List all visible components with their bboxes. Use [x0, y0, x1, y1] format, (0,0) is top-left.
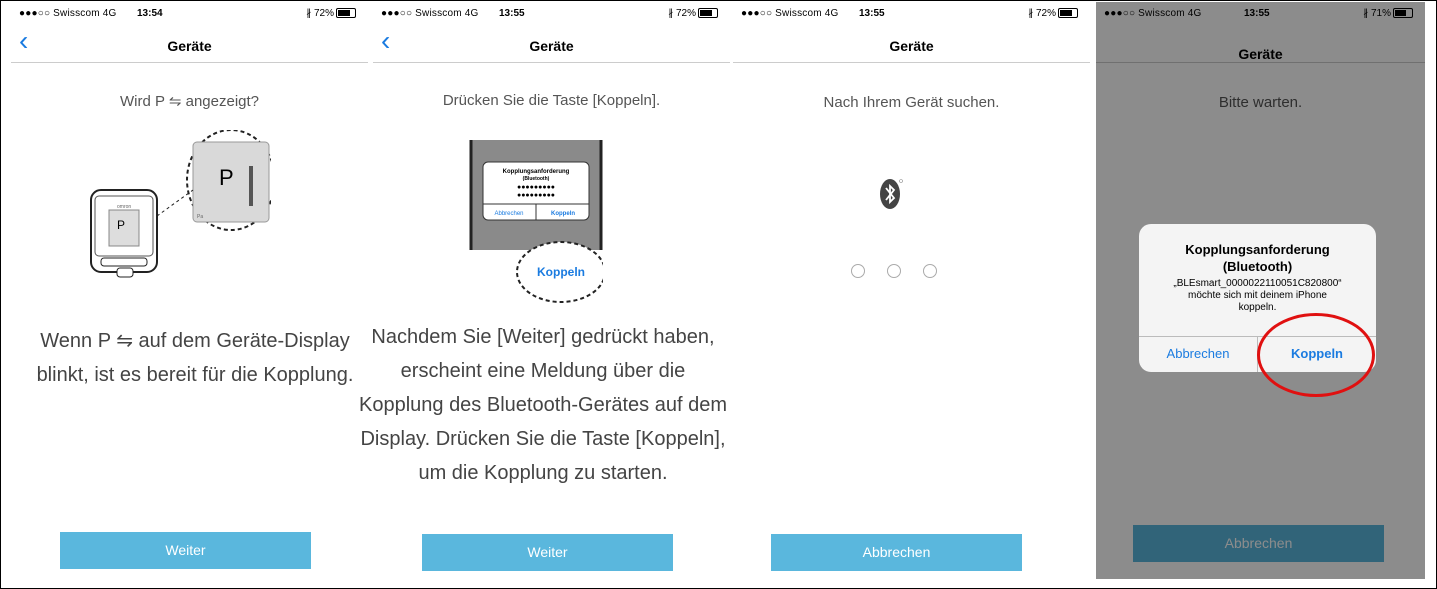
brand-label: omron [117, 204, 131, 210]
battery-icon [1058, 8, 1078, 19]
mini-alert-code: ●●●●●●●●● [517, 192, 555, 199]
small-label: Pa [197, 214, 203, 220]
status-bar: ●●●○○ Swisscom 4G 13:54 ∦ 72% [11, 2, 368, 24]
loading-dot [851, 264, 865, 278]
alert-subtitle: (Bluetooth) [1222, 259, 1293, 274]
alert-cancel-button[interactable]: Abbrechen [1139, 336, 1257, 372]
device-screen-letter: P [117, 218, 125, 232]
carrier-label: ●●●○○ Swisscom 4G [381, 8, 479, 19]
battery-icon [698, 8, 718, 19]
battery-icon [336, 8, 356, 19]
weiter-button[interactable]: Weiter [60, 532, 311, 569]
battery-indicator: ∦ 72% [668, 8, 718, 19]
description-line: Display. Drücken Sie die Taste [Koppeln]… [360, 428, 726, 450]
clock: 13:55 [859, 8, 885, 19]
screen-2: ●●●○○ Swisscom 4G 13:55 ∦ 72% ‹ Geräte D… [359, 2, 730, 579]
pairing-prompt: Wird P ⇋ angezeigt? [119, 93, 260, 110]
nav-title: Geräte [529, 38, 574, 54]
mini-alert-title: Kopplungsanforderung [503, 169, 570, 175]
status-bar: ●●●○○ Swisscom 4G 13:55 ∦ 72% [733, 2, 1090, 24]
alert-body-line: koppeln. [1238, 302, 1277, 313]
description-line: Kopplung des Bluetooth-Gerätes auf dem [358, 394, 728, 416]
screen-3: ●●●○○ Swisscom 4G 13:55 ∦ 72% Geräte Nac… [733, 2, 1090, 579]
screen-1: ●●●○○ Swisscom 4G 13:54 ∦ 72% ‹ Geräte W… [11, 2, 368, 579]
mini-alert-ok: Koppeln [551, 211, 575, 217]
loading-dot [887, 264, 901, 278]
alert-body: „BLEsmart_0000022110051C820800“ möchte s… [1139, 278, 1376, 314]
nav-bar: ‹ Geräte [373, 24, 730, 63]
clock: 13:55 [499, 8, 525, 19]
battery-indicator: ∦ 72% [1028, 8, 1078, 19]
alert-body-line: „BLEsmart_0000022110051C820800“ [1173, 278, 1342, 289]
battery-label: ∦ 72% [668, 8, 696, 19]
nav-bar: Geräte [733, 24, 1090, 63]
alert-title: Kopplungsanforderung [1185, 242, 1330, 257]
nav-title: Geräte [889, 38, 934, 54]
nav-title: Geräte [167, 38, 212, 54]
loading-dots [851, 264, 959, 283]
mini-alert-subtitle: (Bluetooth) [523, 176, 550, 182]
loading-dot [923, 264, 937, 278]
carrier-label: ●●●○○ Swisscom 4G [19, 8, 117, 19]
mini-alert-cancel: Abbrechen [494, 211, 523, 217]
battery-indicator: ∦ 72% [306, 8, 356, 19]
searching-prompt: Nach Ihrem Gerät suchen. [823, 94, 1000, 111]
highlight-ring [1257, 313, 1375, 397]
pairing-prompt: Drücken Sie die Taste [Koppeln]. [442, 92, 661, 109]
description-line: Nachdem Sie [Weiter] gedrückt haben, [371, 326, 715, 348]
weiter-button[interactable]: Weiter [422, 534, 673, 571]
description-line: erscheint eine Meldung über die [400, 360, 686, 382]
description-line: blinkt, ist es bereit für die Kopplung. [36, 364, 354, 386]
battery-label: ∦ 72% [1028, 8, 1056, 19]
pairing-dialog-illustration: Kopplungsanforderung (Bluetooth) ●●●●●●●… [469, 140, 603, 303]
callout-koppeln: Koppeln [537, 265, 585, 279]
battery-label: ∦ 72% [306, 8, 334, 19]
carrier-label: ●●●○○ Swisscom 4G [741, 8, 839, 19]
pairing-description: Wenn P ⇋ auf dem Geräte-Display blinkt, … [27, 324, 363, 392]
mini-alert-code: ●●●●●●●●● [517, 184, 555, 191]
nav-bar: ‹ Geräte [11, 24, 368, 63]
status-bar: ●●●○○ Swisscom 4G 13:55 ∦ 72% [373, 2, 730, 24]
bluetooth-icon [880, 179, 903, 209]
description-line: um die Kopplung zu starten. [418, 462, 668, 484]
pairing-description: Nachdem Sie [Weiter] gedrückt haben, ers… [333, 320, 753, 490]
abbrechen-button[interactable]: Abbrechen [771, 534, 1022, 571]
clock: 13:54 [137, 8, 163, 19]
zoom-screen-letter: P [219, 165, 234, 190]
description-line: Wenn P ⇋ auf dem Geräte-Display [40, 330, 350, 352]
alert-body-line: möchte sich mit deinem iPhone [1188, 290, 1327, 301]
blood-pressure-monitor-illustration: P omron P Pa [90, 130, 271, 278]
